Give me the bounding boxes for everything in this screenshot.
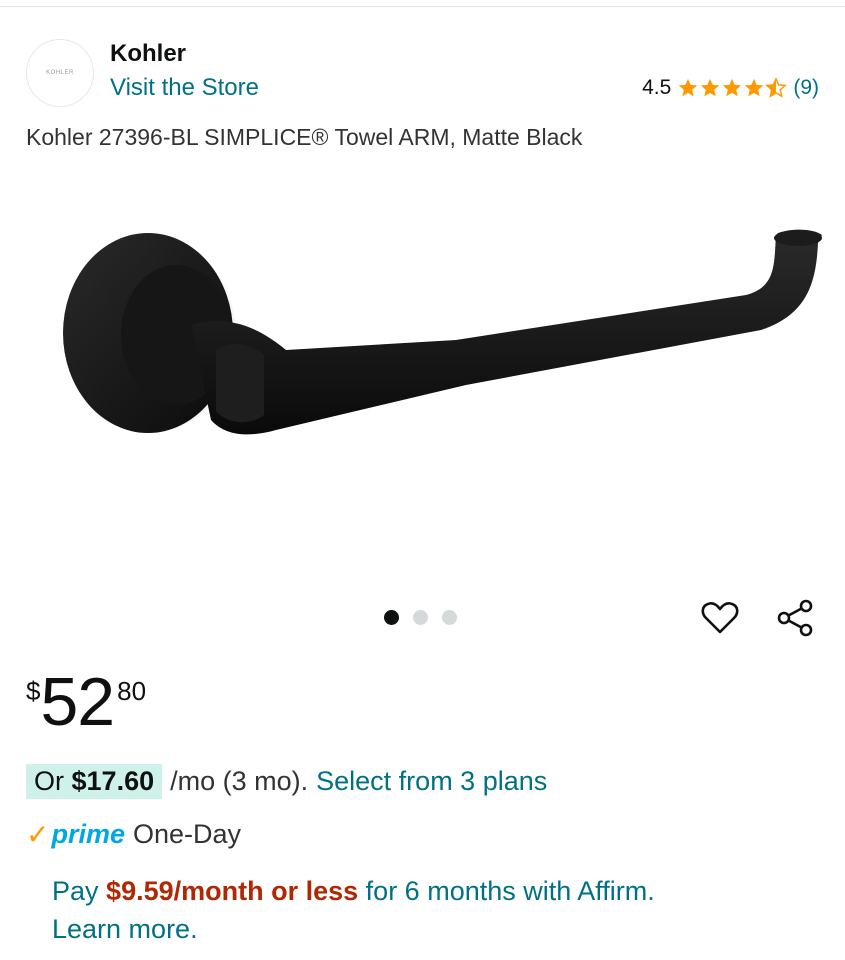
prime-logo: prime [51, 819, 125, 849]
product-title: Kohler 27396-BL SIMPLICE® Towel ARM, Mat… [26, 124, 583, 150]
brand-logo[interactable]: KOHLER [26, 39, 94, 107]
carousel-dot[interactable] [413, 610, 428, 625]
affirm-offer[interactable]: Pay $9.59/month or less for 6 months wit… [52, 872, 812, 948]
delivery-speed: One-Day [133, 819, 242, 849]
price: $ 52 80 [26, 668, 146, 736]
top-divider [0, 6, 845, 7]
star-icon [745, 78, 764, 97]
select-plans-link[interactable]: Select from 3 plans [316, 766, 547, 797]
rating-value: 4.5 [642, 76, 672, 99]
star-icon [701, 78, 720, 97]
rating-summary[interactable]: 4.5 (9) [642, 76, 819, 100]
carousel-dot-active[interactable] [384, 610, 399, 625]
affirm-amount: $9.59/month or less [106, 876, 359, 906]
star-icon [679, 78, 698, 97]
installment-amount-badge: Or $17.60 [26, 764, 163, 799]
installment-offer: Or $17.60 /mo (3 mo). Select from 3 plan… [26, 764, 547, 799]
installment-prefix: Or [34, 766, 64, 796]
product-image[interactable] [26, 175, 826, 565]
share-icon[interactable] [773, 596, 817, 640]
visit-store-link[interactable]: Visit the Store [110, 74, 259, 102]
affirm-pay: Pay [52, 876, 99, 906]
price-fraction: 80 [117, 676, 147, 706]
brand-logo-text: KOHLER [46, 70, 74, 76]
price-symbol: $ [26, 676, 41, 706]
star-icon [723, 78, 742, 97]
price-whole: 52 [40, 664, 115, 740]
heart-icon[interactable] [698, 596, 742, 640]
affirm-learn-more-link[interactable]: Learn more. [52, 914, 198, 944]
half-star-icon [765, 77, 788, 98]
rating-count[interactable]: (9) [793, 76, 819, 100]
installment-term: /mo (3 mo). [170, 766, 309, 796]
prime-check-icon: ✓ [26, 819, 50, 850]
installment-amount: $17.60 [71, 766, 155, 796]
prime-delivery: ✓ prime One-Day [26, 818, 241, 851]
image-carousel-indicator[interactable] [384, 610, 457, 625]
affirm-rest: for 6 months with Affirm. [365, 876, 655, 906]
brand-name: Kohler [110, 40, 187, 67]
star-rating [677, 77, 788, 99]
carousel-dot[interactable] [442, 610, 457, 625]
